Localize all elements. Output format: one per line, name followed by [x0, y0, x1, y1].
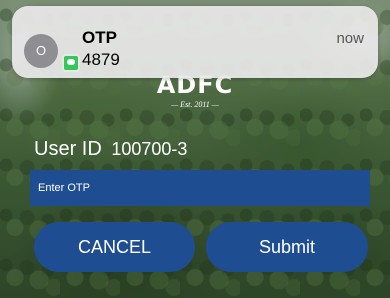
- user-id-row: User ID 100700-3: [34, 137, 187, 161]
- otp-input[interactable]: [30, 170, 370, 206]
- otp-notification-banner[interactable]: O OTP 4879 now: [12, 6, 378, 78]
- user-id-label: User ID: [34, 138, 102, 160]
- logo-established: — Est. 2011 —: [171, 100, 219, 109]
- user-id-value: 100700-3: [111, 139, 188, 159]
- submit-button[interactable]: Submit: [206, 222, 368, 272]
- cancel-button[interactable]: CANCEL: [34, 222, 195, 272]
- app-logo: ADFC — Est. 2011 —: [130, 72, 260, 112]
- notification-body: 4879: [82, 50, 120, 69]
- messages-icon: [62, 54, 80, 72]
- notification-title: OTP: [82, 28, 117, 47]
- sender-avatar: O: [24, 34, 58, 68]
- notification-time: now: [336, 30, 364, 47]
